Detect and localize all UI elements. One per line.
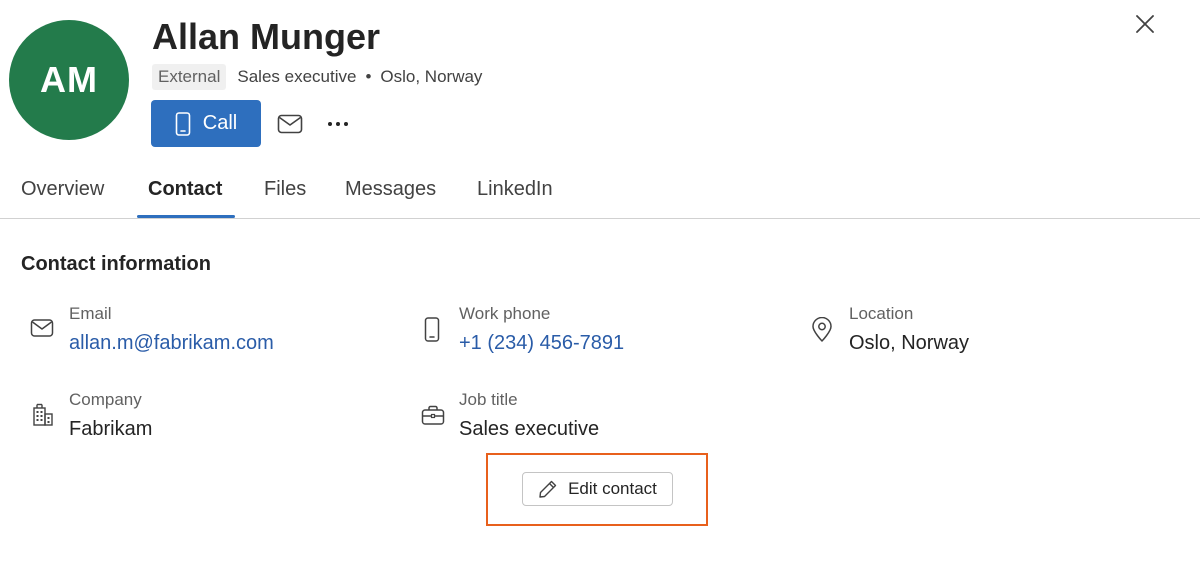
meta-separator: • [365, 67, 372, 86]
section-title: Contact information [21, 253, 211, 275]
pencil-icon [538, 479, 558, 499]
edit-contact-button[interactable]: Edit contact [522, 472, 673, 506]
call-button-label: Call [202, 112, 238, 134]
briefcase-icon [421, 405, 445, 425]
email-link[interactable]: allan.m@fabrikam.com [69, 332, 274, 355]
tab-bar: Overview Contact Files Messages LinkedIn [0, 170, 1200, 219]
company-value: Fabrikam [69, 418, 153, 440]
close-icon [1135, 14, 1155, 34]
mail-icon [30, 318, 54, 338]
call-button[interactable]: Call [151, 100, 261, 147]
tab-messages[interactable]: Messages [345, 178, 436, 201]
building-icon [32, 403, 54, 427]
phone-icon [175, 111, 191, 136]
contact-name: Allan Munger [152, 16, 381, 57]
tab-contact[interactable]: Contact [148, 178, 222, 201]
mail-icon [277, 114, 303, 134]
avatar: AM [9, 20, 129, 140]
tab-linkedin[interactable]: LinkedIn [477, 178, 553, 201]
more-icon [327, 121, 349, 127]
contact-meta: External Sales executive • Oslo, Norway [152, 63, 482, 91]
active-tab-indicator [137, 215, 235, 218]
phone-icon [424, 317, 440, 342]
company-label: Company [69, 390, 142, 409]
location-value: Oslo, Norway [849, 332, 970, 354]
tab-overview[interactable]: Overview [21, 178, 104, 201]
job-title-label: Job title [459, 390, 518, 409]
job-title-value: Sales executive [459, 418, 600, 440]
close-button[interactable] [1131, 10, 1159, 38]
tab-files[interactable]: Files [264, 178, 306, 201]
location-label: Location [849, 304, 914, 323]
work-phone-label: Work phone [459, 304, 551, 323]
header-location: Oslo, Norway [380, 67, 483, 86]
email-label: Email [69, 304, 112, 323]
email-button[interactable] [274, 108, 306, 140]
location-pin-icon [811, 317, 833, 343]
edit-contact-label: Edit contact [568, 479, 657, 498]
external-badge: External [152, 64, 227, 90]
avatar-initials: AM [40, 59, 98, 100]
more-options-button[interactable] [322, 108, 354, 140]
work-phone-link[interactable]: +1 (234) 456-7891 [459, 332, 624, 355]
header-job-title: Sales executive [237, 67, 357, 86]
